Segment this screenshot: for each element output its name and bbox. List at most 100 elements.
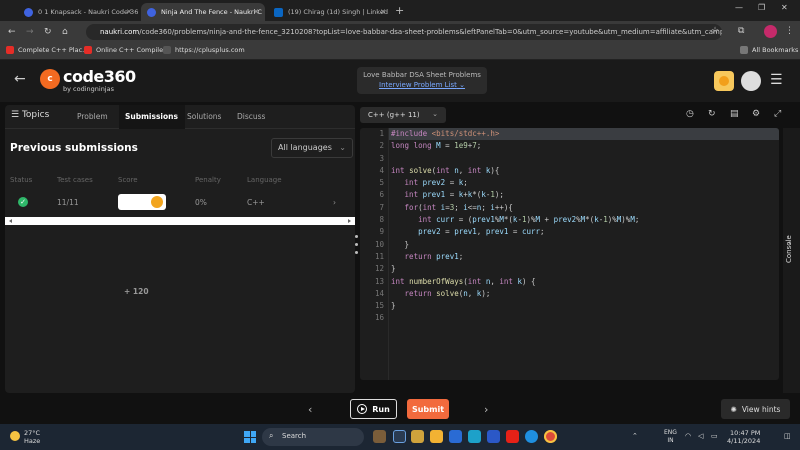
input-language[interactable]: ENG IN: [664, 429, 677, 445]
code-line: int solve(int n, int k){: [391, 165, 500, 175]
bookmark-online-compiler[interactable]: Online C++ Compiler: [84, 46, 166, 54]
next-problem-icon[interactable]: ›: [484, 403, 488, 416]
close-tab-icon[interactable]: ✕: [126, 8, 132, 16]
reset-code-icon[interactable]: ↻: [708, 109, 716, 119]
panel-resize-handle[interactable]: [355, 235, 359, 259]
back-icon[interactable]: ←: [8, 27, 16, 37]
weather-widget[interactable]: 27°C Haze: [10, 429, 40, 445]
console-toggle[interactable]: ‹ Console: [783, 128, 800, 393]
tab-problem[interactable]: Problem: [77, 112, 108, 121]
new-tab-icon[interactable]: +: [395, 4, 404, 17]
action-bar: ‹ Run Submit › ✺ View hints: [0, 396, 800, 423]
code-line: prev2 = prev1, prev1 = curr;: [418, 227, 545, 237]
windows-start-icon[interactable]: [244, 431, 256, 443]
view-hints-button[interactable]: ✺ View hints: [721, 399, 790, 419]
all-bookmarks[interactable]: All Bookmarks: [740, 46, 798, 54]
url-bar[interactable]: naukri.com/code360/problems/ninja-and-th…: [86, 24, 722, 40]
line-number: 15: [374, 301, 384, 311]
vscode-icon[interactable]: [487, 430, 500, 443]
code-area[interactable]: #include <bits/stdc++.h> long long M = 1…: [388, 128, 779, 380]
problem-list-breadcrumb[interactable]: Love Babbar DSA Sheet Problems Interview…: [357, 67, 487, 94]
reload-icon[interactable]: ↻: [44, 27, 52, 37]
topics-toggle[interactable]: ☰ Topics: [11, 110, 49, 120]
editor-language-select[interactable]: C++ (g++ 11) ⌄: [360, 107, 446, 123]
tab-label: (19) Chirag (1d) Singh | Linked: [288, 8, 388, 16]
notes-icon[interactable]: ▤: [730, 109, 739, 119]
line-number: 1: [379, 129, 384, 138]
line-number: 4: [379, 165, 384, 175]
wifi-icon[interactable]: ◠: [685, 432, 691, 440]
bookmark-cplusplus[interactable]: https://cplusplus.com: [163, 46, 245, 54]
prev-problem-icon[interactable]: ‹: [308, 403, 312, 416]
bookmark-complete-cpp[interactable]: Complete C++ Plac...: [6, 46, 88, 54]
language-filter[interactable]: All languages ⌄: [271, 138, 353, 158]
left-tabs: ☰ Topics Problem Submissions Solutions D…: [5, 105, 355, 129]
settings-gear-icon[interactable]: ⚙: [752, 109, 760, 119]
browser-tab-linkedin[interactable]: (19) Chirag (1d) Singh | Linked ✕: [268, 3, 392, 21]
system-clock[interactable]: 10:47 PM 4/11/2024: [727, 429, 760, 445]
hamburger-menu-icon[interactable]: ☰: [770, 72, 783, 88]
code-editor[interactable]: 1 2 3 4 5 6 7 8 9 10 11 12 13 14 15 16 #include <bits/s…: [360, 128, 779, 380]
tab-submissions[interactable]: Submissions: [125, 112, 178, 121]
weather-temp: 27°C: [24, 429, 41, 437]
app-icon[interactable]: [468, 430, 481, 443]
browser-tab-ninja-fence[interactable]: Ninja And The Fence - Naukri C ✕: [141, 3, 265, 21]
breadcrumb-link[interactable]: Interview Problem List ⌄: [357, 81, 487, 89]
forward-icon[interactable]: →: [26, 27, 34, 37]
task-view-icon[interactable]: [393, 430, 406, 443]
tab-solutions[interactable]: Solutions: [187, 112, 221, 121]
lang-line1: ENG: [664, 429, 677, 436]
tab-discuss[interactable]: Discuss: [237, 112, 265, 121]
code360-logo-icon[interactable]: c: [40, 69, 60, 89]
folder-icon[interactable]: [430, 430, 443, 443]
close-window-icon[interactable]: ✕: [781, 3, 788, 12]
tray-chevron-icon[interactable]: ⌃: [632, 432, 638, 440]
close-tab-icon[interactable]: ✕: [253, 8, 259, 16]
line-number: 2: [379, 141, 384, 151]
restore-icon[interactable]: ❐: [758, 3, 765, 12]
home-icon[interactable]: ⌂: [62, 27, 68, 37]
breadcrumb-title: Love Babbar DSA Sheet Problems: [363, 71, 481, 79]
score-value: + 120: [124, 287, 149, 296]
line-number: 13: [374, 276, 384, 286]
code-line: int prev1 = k+k*(k-1);: [404, 190, 504, 200]
extensions-icon[interactable]: ⧉: [738, 26, 744, 36]
coins-button[interactable]: [714, 71, 734, 91]
close-tab-icon[interactable]: ✕: [380, 8, 386, 16]
fullscreen-icon[interactable]: ⤢: [774, 109, 781, 119]
code360-favicon-icon: [147, 7, 156, 17]
star-icon[interactable]: ☆: [711, 26, 719, 36]
line-number-gutter: 1 2 3 4 5 6 7 8 9 10 11 12 13 14 15 16: [360, 128, 388, 380]
chrome-profile-avatar[interactable]: [764, 25, 777, 38]
submit-button[interactable]: Submit: [407, 399, 449, 419]
store-icon[interactable]: [449, 430, 462, 443]
taskbar-app-icon[interactable]: [373, 430, 386, 443]
chrome-menu-icon[interactable]: ⋮: [785, 26, 794, 36]
horizontal-scrollbar[interactable]: [5, 217, 355, 225]
folder-icon: [740, 46, 748, 54]
volume-icon[interactable]: ◁: [698, 432, 703, 440]
language-filter-value: All languages: [278, 143, 332, 152]
youtube-app-icon[interactable]: [506, 430, 519, 443]
editor-language-value: C++ (g++ 11): [368, 111, 420, 119]
coin-icon: [151, 196, 163, 208]
battery-icon[interactable]: ▭: [711, 432, 718, 440]
minimize-icon[interactable]: —: [735, 3, 743, 12]
notifications-icon[interactable]: ◫: [784, 432, 791, 440]
submissions-title: Previous submissions: [10, 142, 138, 154]
code-line: int prev2 = k;: [404, 178, 468, 188]
edge-icon[interactable]: [525, 430, 538, 443]
line-number: 12: [374, 264, 384, 274]
run-button[interactable]: Run: [350, 399, 397, 419]
chevron-right-icon[interactable]: ›: [333, 198, 336, 207]
file-explorer-icon[interactable]: [411, 430, 424, 443]
line-number: 11: [374, 251, 384, 261]
profile-avatar[interactable]: [741, 71, 761, 91]
timer-icon[interactable]: ◷: [686, 109, 694, 119]
line-number: 6: [379, 190, 384, 200]
browser-tab-knapsack[interactable]: 0 1 Knapsack - Naukri Code 36 ✕: [18, 3, 138, 21]
taskbar-search[interactable]: ⌕ Search: [262, 428, 364, 446]
back-arrow-icon[interactable]: ←: [14, 71, 26, 87]
chrome-icon[interactable]: [544, 430, 557, 443]
